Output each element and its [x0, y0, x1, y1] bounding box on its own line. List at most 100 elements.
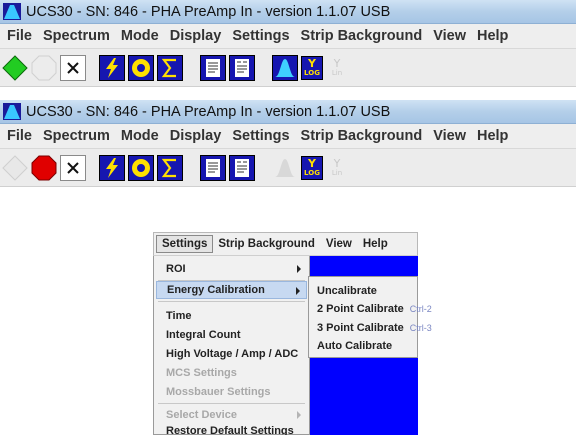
lightning-button[interactable]: [99, 54, 125, 81]
start-button[interactable]: [2, 54, 28, 81]
menu-item-label: Mossbauer Settings: [166, 386, 271, 398]
menu-item-label: MCS Settings: [166, 367, 237, 379]
sum-button[interactable]: [157, 54, 183, 81]
menu-bar: File Spectrum Mode Display Settings Stri…: [0, 124, 576, 149]
clear-button[interactable]: [60, 154, 86, 181]
menu-item-uncalibrate[interactable]: Uncalibrate: [313, 282, 417, 300]
submenu-arrow-icon: [297, 411, 301, 419]
menu-item-integral-count[interactable]: Integral Count: [156, 326, 307, 344]
menu-settings[interactable]: Settings: [228, 28, 296, 44]
menu-item-label: Restore Default Settings: [166, 425, 294, 435]
menu-item-high-voltage[interactable]: High Voltage / Amp / ADC: [156, 345, 307, 363]
sun-button[interactable]: [128, 154, 154, 181]
sun-icon: [128, 154, 154, 181]
menu-file[interactable]: File: [3, 28, 39, 44]
lightning-icon: [99, 54, 125, 81]
popup-menu-bar: Settings Strip Background View Help: [153, 232, 418, 256]
y-lin-sublabel: Lin: [331, 169, 343, 177]
toolbar: Y LOG Y Lin: [0, 149, 576, 187]
peak-button[interactable]: [272, 54, 298, 81]
menu-help[interactable]: Help: [473, 28, 515, 44]
peak-button[interactable]: [272, 155, 298, 181]
main-window-top: UCS30 - SN: 846 - PHA PreAmp In - versio…: [0, 0, 576, 87]
menu-settings[interactable]: Settings: [156, 235, 214, 253]
menu-item-auto-calibrate[interactable]: Auto Calibrate: [313, 337, 417, 355]
close-icon: [67, 161, 79, 174]
menu-settings[interactable]: Settings: [228, 128, 296, 144]
menu-item-label: 2 Point Calibrate: [317, 303, 404, 315]
menu-item-mcs-settings: MCS Settings: [156, 364, 307, 382]
menu-item-label: Select Device: [166, 409, 237, 421]
y-log-button[interactable]: Y LOG: [301, 155, 323, 180]
menu-item-label: Auto Calibrate: [317, 340, 393, 352]
app-icon: [3, 3, 21, 20]
menu-item-energy-calibration[interactable]: Energy Calibration: [156, 281, 307, 299]
title-bar: UCS30 - SN: 846 - PHA PreAmp In - versio…: [0, 0, 576, 24]
data-report-button[interactable]: [229, 154, 255, 181]
report-button[interactable]: [200, 54, 226, 81]
menu-item-roi[interactable]: ROI: [156, 260, 307, 278]
menu-item-label: 3 Point Calibrate: [317, 322, 404, 334]
close-icon: [67, 61, 79, 74]
y-log-label: Y: [308, 157, 316, 170]
start-icon: [2, 54, 28, 81]
y-lin-button[interactable]: Y Lin: [326, 156, 348, 180]
stop-button[interactable]: [31, 55, 57, 81]
menu-file[interactable]: File: [3, 128, 39, 144]
menu-view[interactable]: View: [321, 238, 358, 250]
y-lin-button[interactable]: Y Lin: [326, 56, 348, 80]
shortcut-hint: Ctrl-3: [409, 323, 432, 333]
data-document-icon: [229, 154, 255, 181]
sigma-icon: [157, 154, 183, 181]
menu-spectrum[interactable]: Spectrum: [39, 28, 117, 44]
menu-item-time[interactable]: Time: [156, 307, 307, 325]
menu-item-label: Uncalibrate: [317, 285, 377, 297]
toolbar: Y LOG Y Lin: [0, 49, 576, 87]
menu-view[interactable]: View: [429, 128, 473, 144]
menu-spectrum[interactable]: Spectrum: [39, 128, 117, 144]
report-button[interactable]: [200, 154, 226, 181]
data-report-button[interactable]: [229, 54, 255, 81]
menu-help[interactable]: Help: [473, 128, 515, 144]
menu-help[interactable]: Help: [358, 238, 394, 250]
start-button[interactable]: [2, 154, 28, 181]
y-log-button[interactable]: Y LOG: [301, 55, 323, 80]
settings-menu-screenshot: Settings Strip Background View Help ROI …: [153, 232, 432, 435]
menu-strip-background[interactable]: Strip Background: [213, 238, 320, 250]
sun-icon: [128, 54, 154, 81]
menu-item-label: Integral Count: [166, 329, 241, 341]
data-document-icon: [229, 54, 255, 81]
menu-item-restore-defaults[interactable]: Restore Default Settings: [156, 422, 307, 435]
app-icon: [3, 103, 21, 120]
menu-display[interactable]: Display: [166, 28, 229, 44]
y-lin-sublabel: Lin: [331, 69, 343, 77]
main-window-bottom: UCS30 - SN: 846 - PHA PreAmp In - versio…: [0, 100, 576, 187]
submenu-arrow-icon: [296, 287, 300, 295]
lightning-button[interactable]: [99, 154, 125, 181]
lightning-icon: [99, 154, 125, 181]
menu-item-3-point-calibrate[interactable]: 3 Point Calibrate Ctrl-3: [313, 319, 432, 337]
stop-button[interactable]: [31, 155, 57, 181]
peak-icon: [275, 158, 295, 177]
menu-mode[interactable]: Mode: [117, 28, 166, 44]
menu-item-label: High Voltage / Amp / ADC: [166, 348, 299, 360]
title-bar: UCS30 - SN: 846 - PHA PreAmp In - versio…: [0, 100, 576, 124]
clear-button[interactable]: [60, 54, 86, 81]
document-icon: [200, 54, 226, 81]
menu-strip-background[interactable]: Strip Background: [297, 128, 430, 144]
sigma-icon: [157, 54, 183, 81]
menu-mode[interactable]: Mode: [117, 128, 166, 144]
menu-item-label: ROI: [166, 263, 186, 275]
menu-strip-background[interactable]: Strip Background: [297, 28, 430, 44]
sun-button[interactable]: [128, 54, 154, 81]
settings-dropdown: ROI Energy Calibration Time Integral Cou…: [153, 256, 310, 435]
menu-view[interactable]: View: [429, 28, 473, 44]
menu-display[interactable]: Display: [166, 128, 229, 144]
submenu-arrow-icon: [297, 265, 301, 273]
start-icon: [2, 154, 28, 181]
menu-bar: File Spectrum Mode Display Settings Stri…: [0, 24, 576, 49]
y-log-label: Y: [308, 57, 316, 70]
y-lin-label: Y: [333, 57, 341, 70]
menu-item-2-point-calibrate[interactable]: 2 Point Calibrate Ctrl-2: [313, 300, 432, 318]
sum-button[interactable]: [157, 154, 183, 181]
